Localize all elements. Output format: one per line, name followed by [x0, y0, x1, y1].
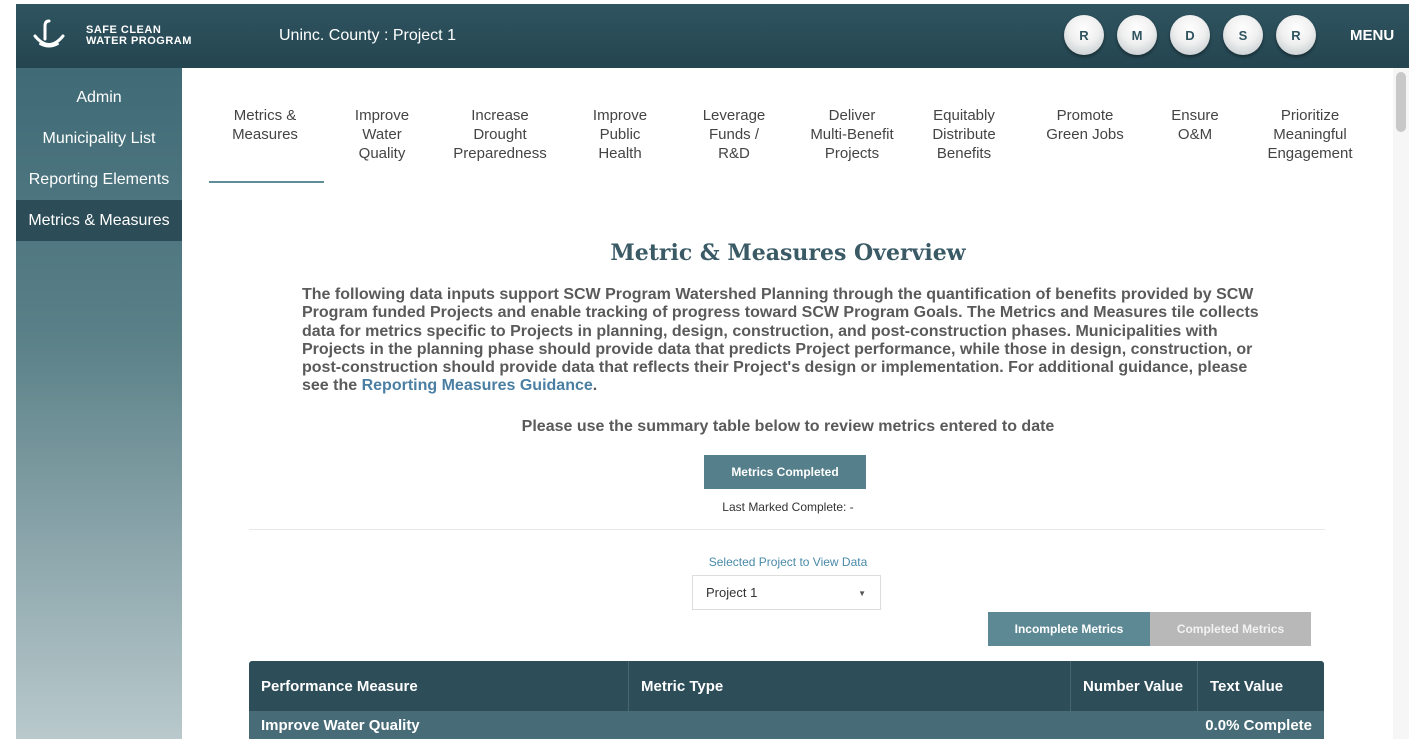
- col-text-value[interactable]: Text Value: [1198, 661, 1324, 711]
- sidebar-item-admin[interactable]: Admin: [16, 77, 182, 118]
- last-marked-complete: Last Marked Complete: -: [722, 500, 854, 514]
- incomplete-metrics-toggle[interactable]: Incomplete Metrics: [988, 612, 1150, 646]
- avatar-r-2[interactable]: R: [1276, 15, 1316, 55]
- intro-paragraph: The following data inputs support SCW Pr…: [302, 286, 1259, 395]
- section-divider: [249, 529, 1325, 530]
- breadcrumb: Uninc. County : Project 1: [279, 27, 456, 44]
- guidance-link[interactable]: Reporting Measures Guidance: [362, 377, 593, 394]
- avatar-group: R M D S R: [1064, 15, 1329, 55]
- top-header: SAFE CLEAN WATER PROGRAM Uninc. County :…: [16, 4, 1409, 68]
- menu-button[interactable]: MENU: [1350, 27, 1394, 44]
- page-title: Metric & Measures Overview: [610, 240, 966, 266]
- col-number-value[interactable]: Number Value: [1071, 661, 1198, 711]
- completed-metrics-toggle[interactable]: Completed Metrics: [1150, 612, 1311, 646]
- sidebar-item-reporting-elements[interactable]: Reporting Elements: [16, 159, 182, 200]
- project-select[interactable]: Project 1 ▼: [692, 575, 881, 610]
- tab-promote-green-jobs[interactable]: Promote Green Jobs: [1030, 106, 1140, 144]
- group-status: 0.0% Complete: [1205, 716, 1312, 734]
- metrics-table: Performance Measure Metric Type Number V…: [249, 661, 1324, 739]
- col-metric-type[interactable]: Metric Type: [629, 661, 1071, 711]
- tab-leverage-funds[interactable]: Leverage Funds / R&D: [684, 106, 784, 163]
- avatar-r[interactable]: R: [1064, 15, 1104, 55]
- table-header: Performance Measure Metric Type Number V…: [249, 661, 1324, 711]
- instruction-text: Please use the summary table below to re…: [521, 418, 1055, 435]
- goal-tabs: Metrics & Measures Improve Water Quality…: [200, 96, 1380, 186]
- tab-metrics-measures[interactable]: Metrics & Measures: [210, 106, 320, 144]
- tab-ensure-om[interactable]: Ensure O&M: [1150, 106, 1240, 144]
- project-select-value: Project 1: [706, 585, 758, 600]
- program-logo[interactable]: SAFE CLEAN WATER PROGRAM: [32, 19, 222, 53]
- sidebar-item-metrics-measures[interactable]: Metrics & Measures: [16, 200, 182, 241]
- avatar-m[interactable]: M: [1117, 15, 1157, 55]
- scrollbar-thumb[interactable]: [1396, 72, 1406, 132]
- tab-increase-drought-preparedness[interactable]: Increase Drought Preparedness: [440, 106, 560, 163]
- active-tab-indicator: [209, 181, 324, 183]
- caret-down-icon: ▼: [858, 589, 866, 598]
- tab-equitably-distribute[interactable]: Equitably Distribute Benefits: [914, 106, 1014, 163]
- page-scrollbar[interactable]: [1393, 68, 1409, 739]
- group-name: Improve Water Quality: [261, 716, 420, 734]
- tab-improve-water-quality[interactable]: Improve Water Quality: [337, 106, 427, 163]
- sidebar: Admin Municipality List Reporting Elemen…: [16, 68, 182, 739]
- umbrella-water-icon: [33, 19, 65, 48]
- tab-improve-public-health[interactable]: Improve Public Health: [570, 106, 670, 163]
- tab-deliver-multi-benefit[interactable]: Deliver Multi-Benefit Projects: [797, 106, 907, 163]
- logo-line-2: WATER PROGRAM: [86, 35, 192, 47]
- avatar-s[interactable]: S: [1223, 15, 1263, 55]
- avatar-d[interactable]: D: [1170, 15, 1210, 55]
- tab-prioritize-engagement[interactable]: Prioritize Meaningful Engagement: [1248, 106, 1372, 163]
- table-group-row[interactable]: Improve Water Quality 0.0% Complete: [249, 711, 1324, 739]
- project-select-label: Selected Project to View Data: [708, 555, 868, 569]
- sidebar-item-municipality-list[interactable]: Municipality List: [16, 118, 182, 159]
- col-performance-measure[interactable]: Performance Measure: [249, 661, 629, 711]
- metrics-completed-button[interactable]: Metrics Completed: [704, 455, 866, 489]
